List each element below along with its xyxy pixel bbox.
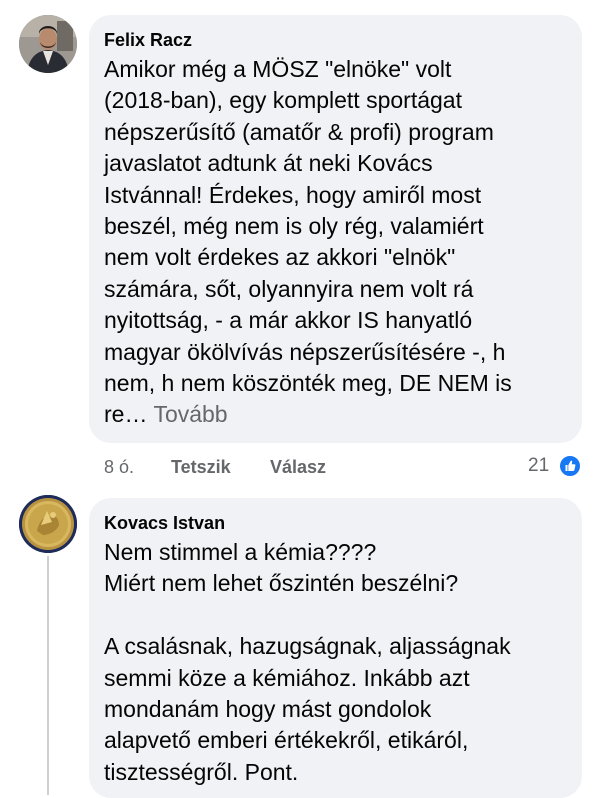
comment-line: nyitottság, - a már akkor IS hanyatló bbox=[104, 307, 473, 334]
comment-text: Nem stimmel a kémia???? Miért nem lehet … bbox=[104, 537, 566, 788]
comment-bubble: Kovacs Istvan Nem stimmel a kémia???? Mi… bbox=[89, 498, 582, 798]
comment-line: A csalásnak, hazugságnak, aljasságnak bbox=[104, 633, 511, 660]
comment-line: nem, h nem köszönték meg, DE NEM is bbox=[104, 370, 512, 397]
comment-line: nem volt érdekes az akkori "elnök" bbox=[104, 244, 456, 271]
reply-thread-line bbox=[47, 556, 49, 795]
comment-line: számára, sőt, olyannyira nem volt rá bbox=[104, 275, 474, 302]
reaction-count: 21 bbox=[528, 455, 550, 476]
comment-author[interactable]: Kovacs Istvan bbox=[104, 512, 566, 534]
comment-line: javaslatot adtunk át neki Kovács bbox=[104, 150, 433, 177]
like-thumb-icon bbox=[558, 454, 582, 478]
gold-medal-icon bbox=[19, 495, 77, 553]
comment-line: semmi köze a kémiához. Inkább azt bbox=[104, 664, 470, 691]
comment-line: magyar ökölvívás népszerűsítésére -, h bbox=[104, 338, 506, 365]
comment-line: Istvánnal! Érdekes, hogy amiről most bbox=[104, 181, 482, 208]
comment-line: Miért nem lehet őszintén beszélni? bbox=[104, 570, 459, 597]
comment-line: Amikor még a MÖSZ "elnöke" volt bbox=[104, 56, 452, 82]
see-more-link[interactable]: Tovább bbox=[153, 401, 227, 427]
comment-line: alapvető emberi értékekről, etikáról, bbox=[104, 727, 469, 754]
paragraph-break bbox=[104, 600, 566, 631]
comment-line: tisztességről. Pont. bbox=[104, 758, 299, 785]
avatar[interactable] bbox=[19, 15, 77, 73]
like-button[interactable]: Tetszik bbox=[171, 454, 231, 480]
avatar[interactable] bbox=[19, 495, 77, 553]
comment-author[interactable]: Felix Racz bbox=[104, 29, 566, 51]
truncated-text: re… bbox=[104, 401, 148, 428]
reply-button[interactable]: Válasz bbox=[270, 454, 326, 480]
comment-line: beszél, még nem is oly rég, valamiért bbox=[104, 213, 484, 240]
comment-text: Amikor még a MÖSZ "elnöke" volt (2018-ba… bbox=[104, 54, 566, 431]
comment-timestamp[interactable]: 8 ó. bbox=[104, 454, 134, 480]
comment-line: Nem stimmel a kémia???? bbox=[104, 539, 377, 565]
profile-photo-icon bbox=[19, 15, 77, 73]
comment-bubble: Felix Racz Amikor még a MÖSZ "elnöke" vo… bbox=[89, 15, 582, 443]
comment-line: mondanám hogy mást gondolok bbox=[104, 696, 432, 723]
comment-line: (2018-ban), egy komplett sportágat bbox=[104, 87, 462, 114]
comment-line: népszerűsítő (amatőr & profi) program bbox=[104, 118, 494, 145]
comment-line-truncated: re… Tovább bbox=[104, 399, 566, 430]
